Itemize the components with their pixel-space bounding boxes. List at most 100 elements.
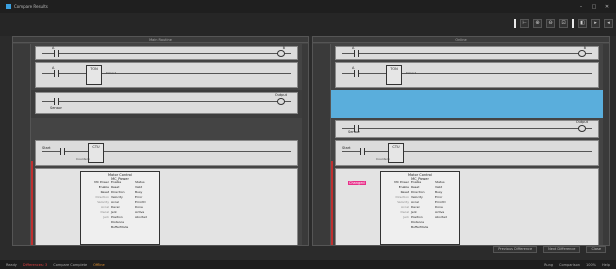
- function-block[interactable]: Motor Control MC_Power MC Power Enable R…: [380, 171, 460, 245]
- next-icon[interactable]: ▸: [591, 19, 600, 28]
- output-pin: Aborted: [435, 215, 447, 219]
- zoom-out-icon[interactable]: ⊖: [546, 19, 555, 28]
- timer-block[interactable]: TON: [86, 65, 102, 85]
- output-pin: Busy: [135, 190, 143, 194]
- coil-tag: B: [583, 46, 586, 50]
- ladder-rung[interactable]: Start CTU Counter1: [35, 140, 298, 166]
- input-pin: Accel: [101, 205, 109, 209]
- ladder-rung[interactable]: Sensor Output: [35, 92, 298, 114]
- compare-actions: Previous Difference Next Difference Clos…: [493, 246, 606, 253]
- contact-tag: A: [52, 66, 55, 70]
- pin-name: Distance: [111, 220, 125, 224]
- coil-icon: [277, 98, 285, 105]
- ladder-rung[interactable]: A TON Timer1: [335, 62, 599, 88]
- coil-tag: Output: [575, 120, 588, 124]
- vertical-scrollbar[interactable]: [302, 44, 308, 245]
- pin-name: Jerk: [411, 210, 417, 214]
- ladder-rung[interactable]: Sensor Output: [335, 120, 599, 138]
- status-mode: Offline: [93, 262, 105, 267]
- window-title: Compare Results: [14, 4, 48, 9]
- block-tag: Counter1: [376, 157, 390, 161]
- pin-name: Reset: [411, 185, 420, 189]
- output-pin: Status: [135, 180, 145, 184]
- ladder-rung[interactable]: A TON Timer1: [35, 62, 298, 88]
- status-help[interactable]: Help: [602, 263, 610, 267]
- output-pin: ErrorID: [135, 200, 146, 204]
- left-compare-pane[interactable]: Main Routine A B A TON Timer1 Sensor Out…: [12, 36, 309, 246]
- zoom-in-icon[interactable]: ⊕: [533, 19, 542, 28]
- fit-icon[interactable]: ⊢: [520, 19, 529, 28]
- right-compare-pane[interactable]: Online A B A TON Timer1 Sensor Output St…: [312, 36, 610, 246]
- close-compare-button[interactable]: Close: [586, 246, 606, 253]
- minimize-button[interactable]: –: [578, 4, 584, 10]
- contact-icon: [54, 98, 59, 105]
- next-difference-button[interactable]: Next Difference: [543, 246, 581, 253]
- contact-tag: A: [52, 46, 55, 50]
- contact-icon: [360, 148, 365, 155]
- input-pin: Decel: [100, 210, 109, 214]
- toolbar-separator: [514, 19, 516, 28]
- counter-block[interactable]: CTU: [388, 143, 404, 163]
- ladder-rung[interactable]: Start CTU Counter1: [335, 140, 599, 166]
- pin-name: Decel: [411, 205, 420, 209]
- toolbar-separator: [572, 19, 574, 28]
- block-title: TON: [390, 67, 398, 71]
- status-rung: Rung: [544, 262, 554, 267]
- contact-icon: [54, 70, 59, 77]
- previous-difference-button[interactable]: Previous Difference: [493, 246, 538, 253]
- rung-wire: [342, 128, 592, 129]
- counter-block[interactable]: CTU: [88, 143, 104, 163]
- coil-tag: B: [282, 46, 285, 50]
- input-pin: Decel: [400, 210, 409, 214]
- rung-wire: [42, 73, 291, 74]
- output-pin: Done: [435, 205, 443, 209]
- ladder-rung[interactable]: A B: [335, 46, 599, 60]
- status-bar: Ready Differences: 3 Compare Complete Of…: [0, 260, 616, 269]
- pin-name: Decel: [111, 205, 120, 209]
- output-pin: Active: [135, 210, 145, 214]
- contact-tag: Sensor: [348, 130, 360, 134]
- output-pin: Error: [135, 195, 143, 199]
- center-pins: Enable Reset Direction Velocity Accel De…: [111, 180, 133, 230]
- pin-name: Reset: [111, 185, 120, 189]
- ladder-rung[interactable]: Changed Motor Control MC_Power MC Power …: [335, 168, 599, 245]
- status-differences: Differences: 3: [22, 262, 48, 267]
- function-block[interactable]: Motor Control MC_Power MC Power Enable R…: [80, 171, 160, 245]
- contact-icon: [54, 50, 59, 57]
- output-pin: Active: [435, 210, 445, 214]
- maximize-button[interactable]: □: [591, 4, 597, 10]
- ladder-rung[interactable]: A B: [35, 46, 298, 60]
- diff-marker-bar: [331, 161, 333, 245]
- pin-name: Position: [411, 215, 423, 219]
- output-pin: Valid: [435, 185, 443, 189]
- block-tag: Counter1: [76, 157, 90, 161]
- pin-name: Direction: [111, 190, 125, 194]
- input-pin: Velocity: [97, 200, 109, 204]
- rung-wire: [342, 73, 592, 74]
- pin-name: Distance: [411, 220, 425, 224]
- vertical-scrollbar[interactable]: [603, 44, 609, 245]
- contact-tag: Sensor: [50, 106, 62, 110]
- pin-name: Jerk: [111, 210, 117, 214]
- rung-wire: [342, 151, 592, 152]
- close-button[interactable]: ✕: [604, 4, 610, 10]
- output-pin: Valid: [135, 185, 143, 189]
- coil-icon: [578, 50, 586, 57]
- diff-highlight-tag[interactable]: Changed: [348, 181, 366, 185]
- selected-rung-highlight[interactable]: [331, 90, 603, 118]
- center-pins: Enable Reset Direction Velocity Accel De…: [411, 180, 433, 230]
- ladder-rung[interactable]: Motor Control MC_Power MC Power Enable R…: [35, 168, 298, 245]
- output-pin: Error: [435, 195, 443, 199]
- output-pin: Status: [435, 180, 445, 184]
- contact-tag: Start: [342, 146, 351, 150]
- contact-tag: A: [352, 46, 355, 50]
- input-pin: Jerk: [403, 215, 409, 219]
- input-pin: Direction: [95, 195, 109, 199]
- split-view-icon[interactable]: ◧: [578, 19, 587, 28]
- input-pin: Enable: [98, 185, 109, 189]
- previous-icon[interactable]: ◂: [604, 19, 613, 28]
- timer-block[interactable]: TON: [386, 65, 402, 85]
- frame-icon[interactable]: ⊡: [559, 19, 568, 28]
- block-tag: Timer1: [406, 71, 417, 75]
- pin-name: Accel: [111, 200, 119, 204]
